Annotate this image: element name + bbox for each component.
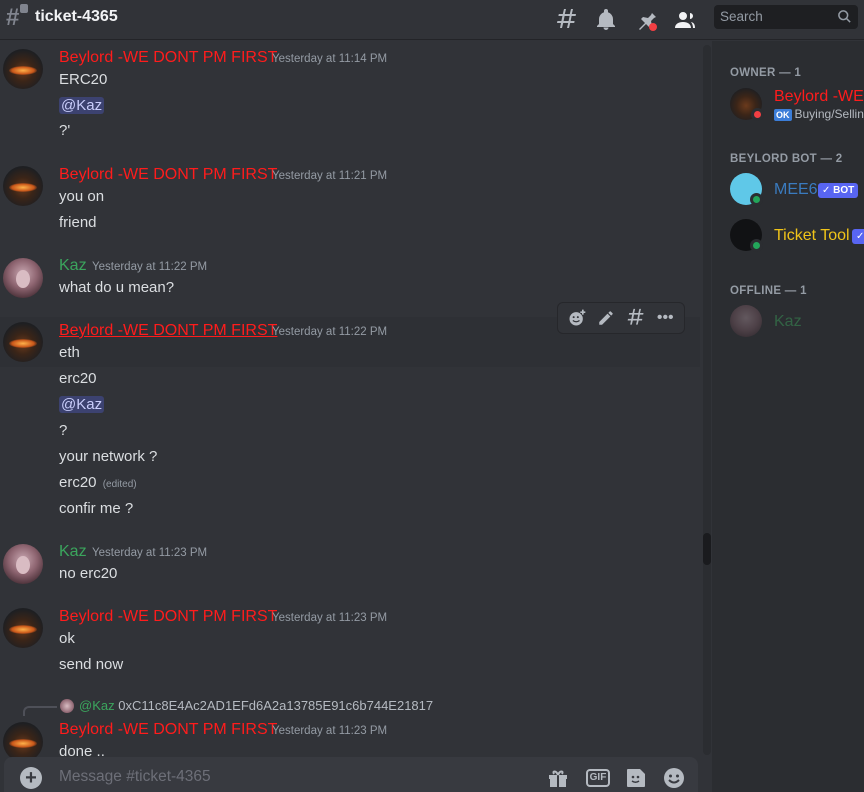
- message-line: ERC20: [59, 71, 108, 88]
- message-line: friend: [59, 214, 97, 231]
- user-mention[interactable]: @Kaz: [59, 396, 105, 413]
- message-author[interactable]: Kaz: [59, 256, 87, 276]
- sticker-icon[interactable]: [624, 766, 648, 790]
- reply-preview[interactable]: @Kaz 0xC11c8E4Ac2AD1EFd6A2a13785E91c6b74…: [79, 696, 433, 716]
- member-name[interactable]: MEE6: [774, 180, 818, 200]
- avatar[interactable]: [3, 722, 43, 762]
- emoji-icon[interactable]: [662, 766, 686, 790]
- message-line: what do u mean?: [59, 279, 175, 296]
- avatar[interactable]: [3, 166, 43, 206]
- message-author[interactable]: Beylord -WE DONT PM FIRST: [59, 607, 277, 627]
- message-text: erc20: [59, 474, 97, 491]
- message-list[interactable]: [0, 41, 700, 757]
- reply-connector: [23, 706, 57, 716]
- chat-scrollbar-track[interactable]: [703, 45, 711, 755]
- bot-badge: ✓: [852, 229, 864, 244]
- message-line: your network ?: [59, 448, 158, 465]
- message-line: erc20 (edited): [59, 473, 137, 495]
- message-line: ok: [59, 630, 75, 647]
- message-author[interactable]: Beylord -WE DONT PM FIRST: [59, 321, 277, 341]
- message-author[interactable]: Beylord -WE DONT PM FIRST: [59, 48, 277, 68]
- dnd-status-icon: [751, 108, 764, 121]
- member-list-icon[interactable]: [673, 8, 697, 32]
- member-name[interactable]: Beylord -WE DONT PM FIRST: [774, 87, 864, 107]
- avatar[interactable]: [3, 322, 43, 362]
- gif-button[interactable]: GIF: [586, 769, 610, 787]
- threads-icon[interactable]: [555, 8, 579, 32]
- reply-author[interactable]: @Kaz: [79, 698, 115, 713]
- message-line: ?: [59, 422, 68, 439]
- online-status-icon: [750, 239, 763, 252]
- message-line: @Kaz: [59, 96, 105, 116]
- custom-status-text: Buying/Selling: [794, 107, 864, 121]
- online-status-icon: [750, 193, 763, 206]
- message-timestamp: Yesterday at 11:23 PM: [272, 725, 388, 737]
- member-name[interactable]: Ticket Tool: [774, 226, 850, 246]
- more-options-icon[interactable]: •••: [653, 306, 677, 330]
- channel-header: # ticket-4365 Search: [0, 0, 864, 40]
- avatar[interactable]: [3, 258, 43, 298]
- member-avatar[interactable]: [730, 305, 762, 337]
- reply-avatar: [60, 699, 74, 713]
- message-line: send now: [59, 656, 124, 673]
- message-author[interactable]: Kaz: [59, 542, 87, 562]
- message-timestamp: Yesterday at 11:14 PM: [272, 53, 388, 65]
- upload-plus-icon[interactable]: +: [20, 767, 42, 789]
- message-line: ?': [59, 122, 71, 139]
- message-line: you on: [59, 188, 105, 205]
- pinned-messages-icon[interactable]: [634, 8, 658, 32]
- message-timestamp: Yesterday at 11:22 PM: [272, 326, 388, 338]
- avatar[interactable]: [3, 608, 43, 648]
- create-thread-icon[interactable]: [624, 306, 648, 330]
- user-mention[interactable]: @Kaz: [59, 97, 105, 114]
- message-timestamp: Yesterday at 11:22 PM: [92, 261, 208, 273]
- notification-bell-icon[interactable]: [594, 8, 618, 32]
- gift-icon[interactable]: [546, 766, 570, 790]
- member-name[interactable]: Kaz: [774, 312, 802, 332]
- message-timestamp: Yesterday at 11:21 PM: [272, 170, 388, 182]
- edit-pencil-icon[interactable]: [594, 306, 618, 330]
- message-line: no erc20: [59, 565, 118, 582]
- avatar[interactable]: [3, 544, 43, 584]
- message-input[interactable]: Message #ticket-4365: [59, 768, 211, 786]
- member-status: OK Buying/Selling: [774, 107, 864, 121]
- message-author[interactable]: Beylord -WE DONT PM FIRST: [59, 165, 277, 185]
- message-line: confir me ?: [59, 500, 134, 517]
- add-reaction-icon[interactable]: [565, 306, 589, 330]
- channel-title: ticket-4365: [35, 8, 118, 25]
- message-author[interactable]: Beylord -WE DONT PM FIRST: [59, 720, 277, 740]
- member-list-panel: OWNER — 1 Beylord -WE DONT PM FIRST OKBu…: [712, 41, 864, 792]
- ok-emoji-icon: OK: [774, 109, 792, 121]
- message-line: erc20: [59, 370, 97, 387]
- member-section-header: OWNER — 1: [730, 67, 802, 79]
- message-timestamp: Yesterday at 11:23 PM: [92, 547, 208, 559]
- member-section-header: BEYLORD BOT — 2: [730, 153, 843, 165]
- message-timestamp: Yesterday at 11:23 PM: [272, 612, 388, 624]
- chat-scrollbar-thumb[interactable]: [703, 533, 711, 565]
- message-actions-toolbar: •••: [557, 302, 685, 334]
- reply-content: 0xC11c8E4Ac2AD1EFd6A2a13785E91c6b744E218…: [118, 698, 434, 713]
- edited-label: (edited): [102, 479, 137, 490]
- search-input[interactable]: Search: [714, 5, 858, 29]
- search-icon: [838, 10, 851, 23]
- member-section-header: OFFLINE — 1: [730, 285, 807, 297]
- message-line: @Kaz: [59, 395, 105, 415]
- message-line: eth: [59, 344, 80, 361]
- avatar[interactable]: [3, 49, 43, 89]
- private-channel-icon: #: [6, 4, 28, 30]
- bot-badge: ✓ BOT: [818, 183, 859, 198]
- search-placeholder: Search: [720, 9, 763, 24]
